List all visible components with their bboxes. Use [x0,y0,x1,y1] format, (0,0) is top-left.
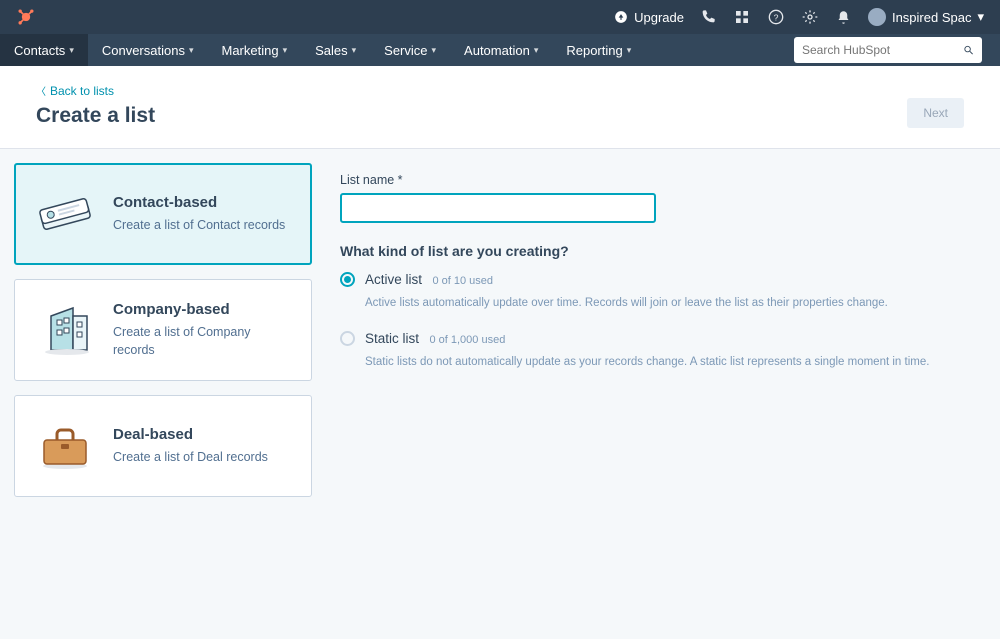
upgrade-label: Upgrade [634,10,684,25]
nav-contacts[interactable]: Contacts▾ [0,34,88,66]
page-title: Create a list [36,104,155,128]
radio-desc: Static lists do not automatically update… [365,354,972,371]
radio-active-list[interactable]: Active list 0 of 10 used [340,271,972,289]
card-title: Company-based [113,301,293,318]
back-to-lists-link[interactable]: 〈 Back to lists [36,83,114,98]
chevron-down-icon: ▾ [432,45,437,56]
chevron-left-icon: 〈 [36,83,46,98]
card-desc: Create a list of Contact records [113,217,285,235]
hubspot-logo-icon[interactable] [16,7,36,27]
card-title: Deal-based [113,426,268,443]
list-type-deal[interactable]: Deal-based Create a list of Deal records [14,395,312,497]
upgrade-button[interactable]: Upgrade [614,10,684,25]
card-desc: Create a list of Company records [113,324,293,359]
next-button[interactable]: Next [907,98,964,128]
account-menu[interactable]: Inspired Spac ▾ [868,8,984,26]
nav-service[interactable]: Service▾ [370,34,450,66]
calling-icon[interactable] [698,7,718,27]
radio-static-list[interactable]: Static list 0 of 1,000 used [340,330,972,348]
notifications-icon[interactable] [834,7,854,27]
marketplace-icon[interactable] [732,7,752,27]
card-desc: Create a list of Deal records [113,449,268,467]
radio-desc: Active lists automatically update over t… [365,295,972,312]
card-title: Contact-based [113,194,285,211]
radio-label: Static list [365,331,419,346]
deal-icon [33,414,97,478]
chevron-down-icon: ▾ [352,45,357,56]
search-input[interactable] [802,43,957,57]
chevron-down-icon: ▾ [189,45,194,56]
radio-label: Active list [365,272,422,287]
list-name-label: List name * [340,173,972,187]
usage-text: 0 of 10 used [432,275,493,287]
nav-reporting[interactable]: Reporting▾ [552,34,645,66]
nav-conversations[interactable]: Conversations▾ [88,34,208,66]
usage-text: 0 of 1,000 used [429,334,505,346]
chevron-down-icon: ▾ [283,45,288,56]
account-name: Inspired Spac [892,10,972,25]
avatar [868,8,886,26]
nav-sales[interactable]: Sales▾ [301,34,370,66]
nav-marketing[interactable]: Marketing▾ [207,34,301,66]
radio-unselected-icon [340,331,355,346]
settings-icon[interactable] [800,7,820,27]
global-search[interactable] [794,37,982,63]
chevron-down-icon: ▾ [977,9,984,25]
list-type-contact[interactable]: Contact-based Create a list of Contact r… [14,163,312,265]
nav-automation[interactable]: Automation▾ [450,34,552,66]
list-kind-heading: What kind of list are you creating? [340,243,972,259]
list-type-company[interactable]: Company-based Create a list of Company r… [14,279,312,381]
help-icon[interactable]: ? [766,7,786,27]
search-icon [963,43,974,57]
company-icon [33,298,97,362]
chevron-down-icon: ▾ [69,45,74,56]
contact-icon [33,182,97,246]
chevron-down-icon: ▾ [534,45,539,56]
svg-text:?: ? [774,12,779,22]
chevron-down-icon: ▾ [627,45,632,56]
list-name-input[interactable] [340,193,656,223]
radio-selected-icon [340,272,355,287]
